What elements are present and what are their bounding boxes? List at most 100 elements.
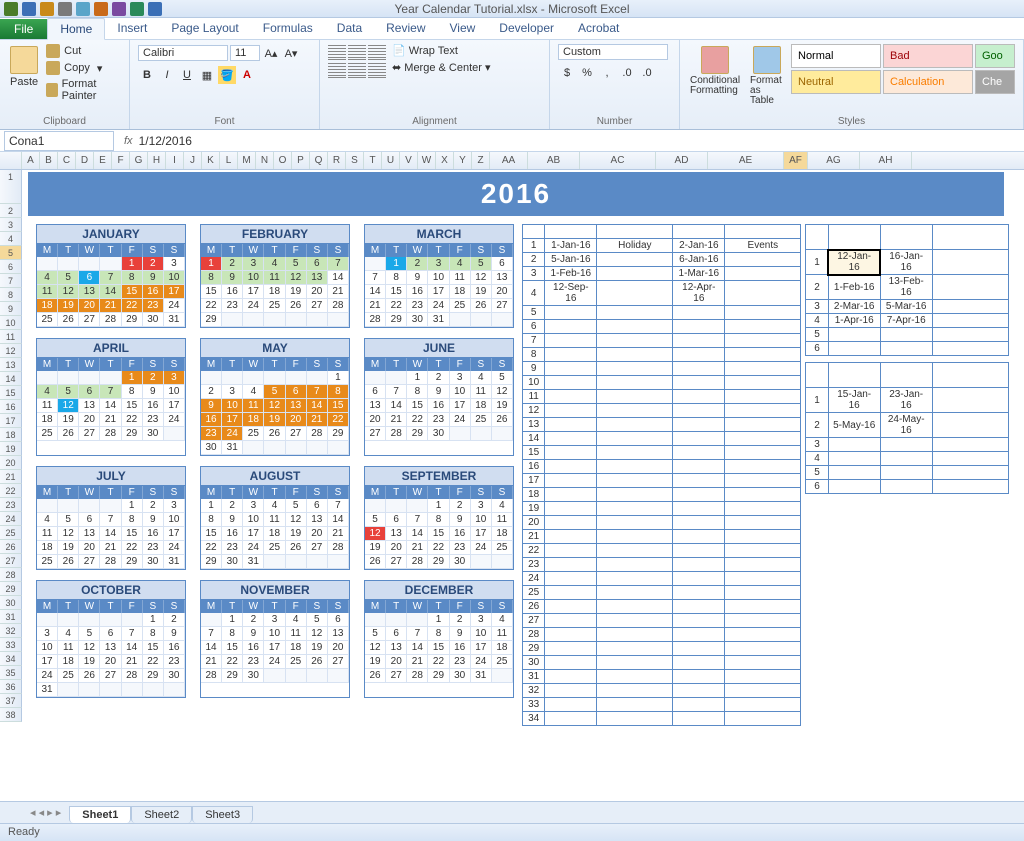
table-cell[interactable]: 5 — [523, 306, 545, 320]
style-cell-normal[interactable]: Normal — [791, 44, 881, 68]
table-cell[interactable] — [673, 460, 725, 474]
table-cell[interactable] — [725, 418, 801, 432]
col-header[interactable]: AF — [784, 152, 808, 169]
table-cell[interactable] — [597, 502, 673, 516]
table-cell[interactable] — [673, 404, 725, 418]
row-header[interactable]: 23 — [0, 498, 22, 512]
col-header[interactable]: B — [40, 152, 58, 169]
table-cell[interactable] — [932, 300, 1008, 314]
col-header[interactable]: Q — [310, 152, 328, 169]
col-header[interactable]: T — [364, 152, 382, 169]
table-cell[interactable] — [597, 586, 673, 600]
row-header[interactable]: 10 — [0, 316, 22, 330]
table-header[interactable]: No — [523, 225, 545, 239]
number-format-select[interactable]: Custom — [558, 44, 668, 60]
table-cell[interactable] — [545, 488, 597, 502]
table-cell[interactable]: 2-Mar-16 — [828, 300, 880, 314]
table-cell[interactable] — [725, 281, 801, 306]
table-cell[interactable]: 1-Feb-16 — [828, 275, 880, 300]
col-header[interactable]: K — [202, 152, 220, 169]
col-header[interactable]: R — [328, 152, 346, 169]
col-header[interactable]: J — [184, 152, 202, 169]
col-header[interactable]: L — [220, 152, 238, 169]
table-cell[interactable]: 1 — [523, 239, 545, 253]
table-cell[interactable] — [932, 314, 1008, 328]
row-header[interactable]: 16 — [0, 400, 22, 414]
row-header[interactable]: 38 — [0, 708, 22, 722]
table-cell[interactable] — [673, 474, 725, 488]
table-cell[interactable] — [725, 334, 801, 348]
table-header[interactable]: Date — [545, 225, 597, 239]
tab-page-layout[interactable]: Page Layout — [159, 18, 250, 39]
table-cell[interactable] — [597, 460, 673, 474]
col-header[interactable]: D — [76, 152, 94, 169]
row-header[interactable]: 7 — [0, 274, 22, 288]
table-cell[interactable] — [673, 558, 725, 572]
row-header[interactable]: 30 — [0, 596, 22, 610]
table-cell[interactable] — [545, 628, 597, 642]
table-cell[interactable] — [673, 418, 725, 432]
col-header[interactable]: N — [256, 152, 274, 169]
table-cell[interactable]: 12-Apr-16 — [673, 281, 725, 306]
row-header[interactable]: 36 — [0, 680, 22, 694]
col-header[interactable]: AC — [580, 152, 656, 169]
table-cell[interactable]: 2 — [806, 413, 828, 438]
row-headers[interactable]: 1234567891011121314151617181920212223242… — [0, 170, 22, 722]
table-cell[interactable] — [725, 432, 801, 446]
table-cell[interactable] — [597, 418, 673, 432]
table-cell[interactable] — [545, 334, 597, 348]
table-cell[interactable] — [932, 342, 1008, 356]
table-cell[interactable] — [725, 460, 801, 474]
table-cell[interactable]: 22 — [523, 544, 545, 558]
table-cell[interactable]: 3 — [523, 267, 545, 281]
cut-button[interactable]: Cut — [46, 44, 121, 58]
table-cell[interactable]: 6-Jan-16 — [673, 253, 725, 267]
table-cell[interactable]: 1-Feb-16 — [545, 267, 597, 281]
table-header[interactable]: Description — [725, 225, 801, 239]
sheet-tab-sheet3[interactable]: Sheet3 — [192, 806, 253, 823]
table-cell[interactable] — [673, 348, 725, 362]
col-header[interactable]: AD — [656, 152, 708, 169]
table-cell[interactable] — [545, 698, 597, 712]
row-header[interactable]: 18 — [0, 428, 22, 442]
table-cell[interactable] — [545, 502, 597, 516]
table-cell[interactable]: 13 — [523, 418, 545, 432]
table-cell[interactable]: 12-Sep-16 — [545, 281, 597, 306]
table-cell[interactable] — [673, 600, 725, 614]
border-button[interactable]: ▦ — [198, 66, 216, 84]
row-header[interactable]: 19 — [0, 442, 22, 456]
table-cell[interactable]: 6 — [806, 342, 828, 356]
bold-button[interactable]: B — [138, 66, 156, 84]
col-header[interactable]: P — [292, 152, 310, 169]
table-cell[interactable] — [597, 348, 673, 362]
table-cell[interactable] — [673, 698, 725, 712]
table-header[interactable]: End Date — [880, 225, 932, 250]
qat-icon[interactable] — [58, 2, 72, 16]
table-cell[interactable]: 17 — [523, 474, 545, 488]
table-cell[interactable] — [725, 362, 801, 376]
table-cell[interactable] — [725, 642, 801, 656]
table-cell[interactable] — [545, 642, 597, 656]
table-cell[interactable] — [545, 572, 597, 586]
column-headers[interactable]: ABCDEFGHIJKLMNOPQRSTUVWXYZAAABACADAEAFAG… — [0, 152, 1024, 170]
table-cell[interactable] — [880, 342, 932, 356]
table-header[interactable]: No — [806, 363, 828, 388]
italic-button[interactable]: I — [158, 66, 176, 84]
table-cell[interactable] — [545, 516, 597, 530]
table-cell[interactable] — [545, 684, 597, 698]
sheet-tab-sheet2[interactable]: Sheet2 — [131, 806, 192, 823]
qat-icon[interactable] — [148, 2, 162, 16]
table-cell[interactable] — [828, 466, 880, 480]
col-header[interactable]: I — [166, 152, 184, 169]
table-cell[interactable] — [725, 530, 801, 544]
qat-icon[interactable] — [112, 2, 126, 16]
table-cell[interactable] — [725, 558, 801, 572]
row-header[interactable]: 9 — [0, 302, 22, 316]
table-cell[interactable]: 15-Jan-16 — [828, 388, 880, 413]
grow-font-button[interactable]: A▴ — [262, 44, 280, 62]
table-cell[interactable]: 29 — [523, 642, 545, 656]
col-header[interactable]: O — [274, 152, 292, 169]
table-cell[interactable] — [725, 684, 801, 698]
table-cell[interactable] — [673, 516, 725, 530]
table-cell[interactable] — [673, 362, 725, 376]
